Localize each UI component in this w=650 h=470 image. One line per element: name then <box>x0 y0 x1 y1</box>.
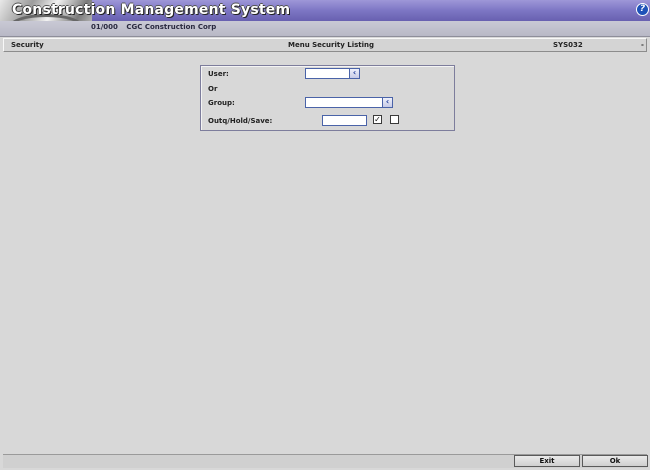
user-label: User: <box>208 70 229 78</box>
company-info: 01/000 CGC Construction Corp <box>91 23 216 31</box>
company-name: CGC Construction Corp <box>126 23 217 31</box>
user-lookup-button[interactable]: ‹ <box>349 68 360 79</box>
exit-button[interactable]: Exit <box>514 455 580 467</box>
group-label: Group: <box>208 99 235 107</box>
ok-button[interactable]: Ok <box>582 455 648 467</box>
or-label: Or <box>208 85 218 93</box>
group-input[interactable] <box>305 97 383 108</box>
page-title: Menu Security Listing <box>288 41 375 49</box>
app-title: Construction Management System <box>12 2 291 18</box>
title-dash: - <box>641 41 644 49</box>
hold-checkbox[interactable]: ✓ <box>373 115 382 124</box>
help-icon[interactable]: ? <box>636 3 649 16</box>
outq-hold-save-label: Outq/Hold/Save: <box>208 117 273 125</box>
save-checkbox[interactable] <box>390 115 399 124</box>
report-options-panel: User: ‹ Or Group: ‹ Outq/Hold/Save: ✓ <box>200 65 455 131</box>
outq-input[interactable] <box>322 115 367 126</box>
screen-title-bar: Security Menu Security Listing SYS032 - <box>3 38 647 52</box>
module-label: Security <box>11 41 44 49</box>
program-code: SYS032 <box>553 41 583 49</box>
company-code: 01/000 <box>91 23 118 31</box>
group-lookup-button[interactable]: ‹ <box>382 97 393 108</box>
user-input[interactable] <box>305 68 350 79</box>
